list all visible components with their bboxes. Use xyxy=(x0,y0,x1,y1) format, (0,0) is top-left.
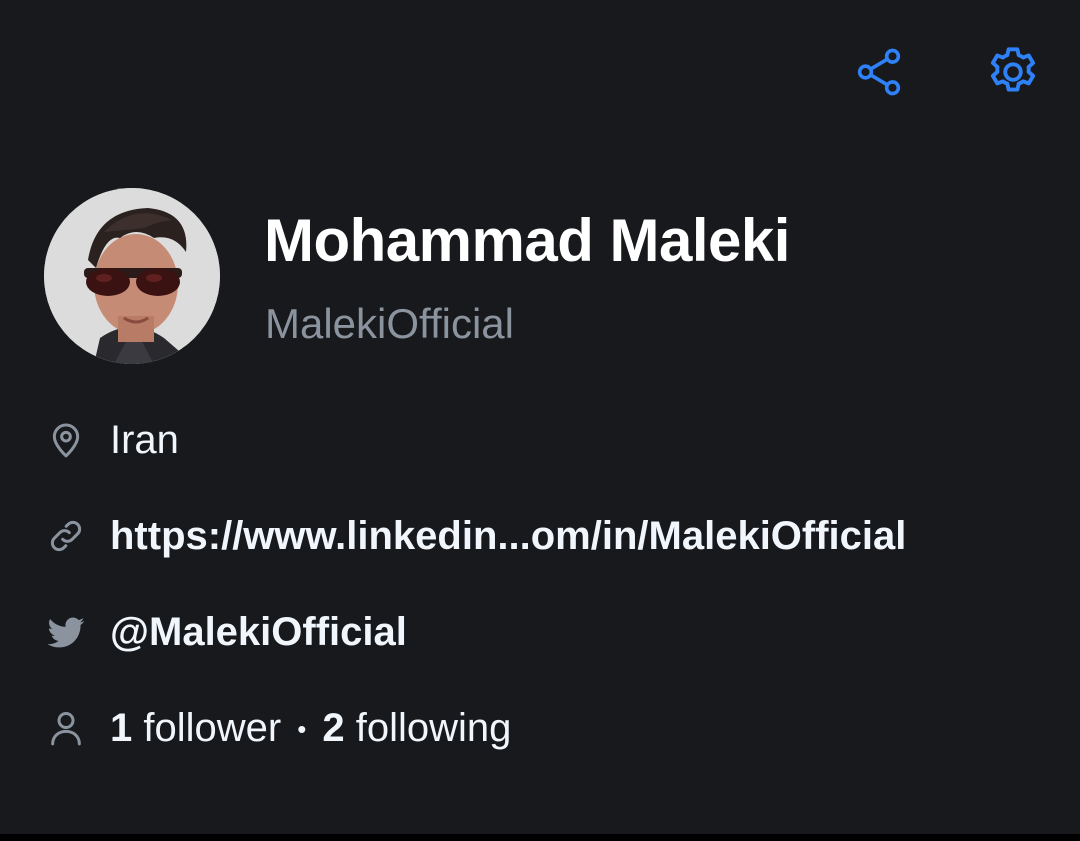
avatar[interactable] xyxy=(44,188,220,364)
share-button[interactable] xyxy=(845,38,913,106)
follow-stats-row: 1 follower • 2 following xyxy=(44,698,511,758)
following-label: following xyxy=(355,705,512,750)
gear-icon xyxy=(990,47,1036,92)
follow-stats: 1 follower • 2 following xyxy=(110,706,511,751)
twitter-row[interactable]: @MalekiOfficial xyxy=(44,602,407,662)
top-app-bar xyxy=(0,0,1080,150)
following-count: 2 xyxy=(322,705,345,750)
twitter-icon xyxy=(44,610,88,654)
profile-name: Mohammad Maleki xyxy=(264,207,790,274)
website-row[interactable]: https://www.linkedin...om/in/MalekiOffic… xyxy=(44,506,906,566)
person-icon xyxy=(44,706,88,750)
settings-button[interactable] xyxy=(979,38,1047,106)
separator-dot: • xyxy=(297,714,307,745)
profile-login: MalekiOfficial xyxy=(265,300,514,347)
followers-label: follower xyxy=(143,705,282,750)
location-row: Iran xyxy=(44,410,179,470)
avatar-image xyxy=(44,188,220,364)
share-icon xyxy=(857,48,901,96)
link-icon xyxy=(44,514,88,558)
following-link[interactable]: 2 following xyxy=(322,706,511,750)
followers-link[interactable]: 1 follower xyxy=(110,706,281,750)
location-text: Iran xyxy=(110,417,179,462)
followers-count: 1 xyxy=(110,705,133,750)
twitter-handle[interactable]: @MalekiOfficial xyxy=(110,610,407,655)
website-link[interactable]: https://www.linkedin...om/in/MalekiOffic… xyxy=(110,514,906,559)
bottom-edge xyxy=(0,834,1080,841)
location-pin-icon xyxy=(44,418,88,462)
